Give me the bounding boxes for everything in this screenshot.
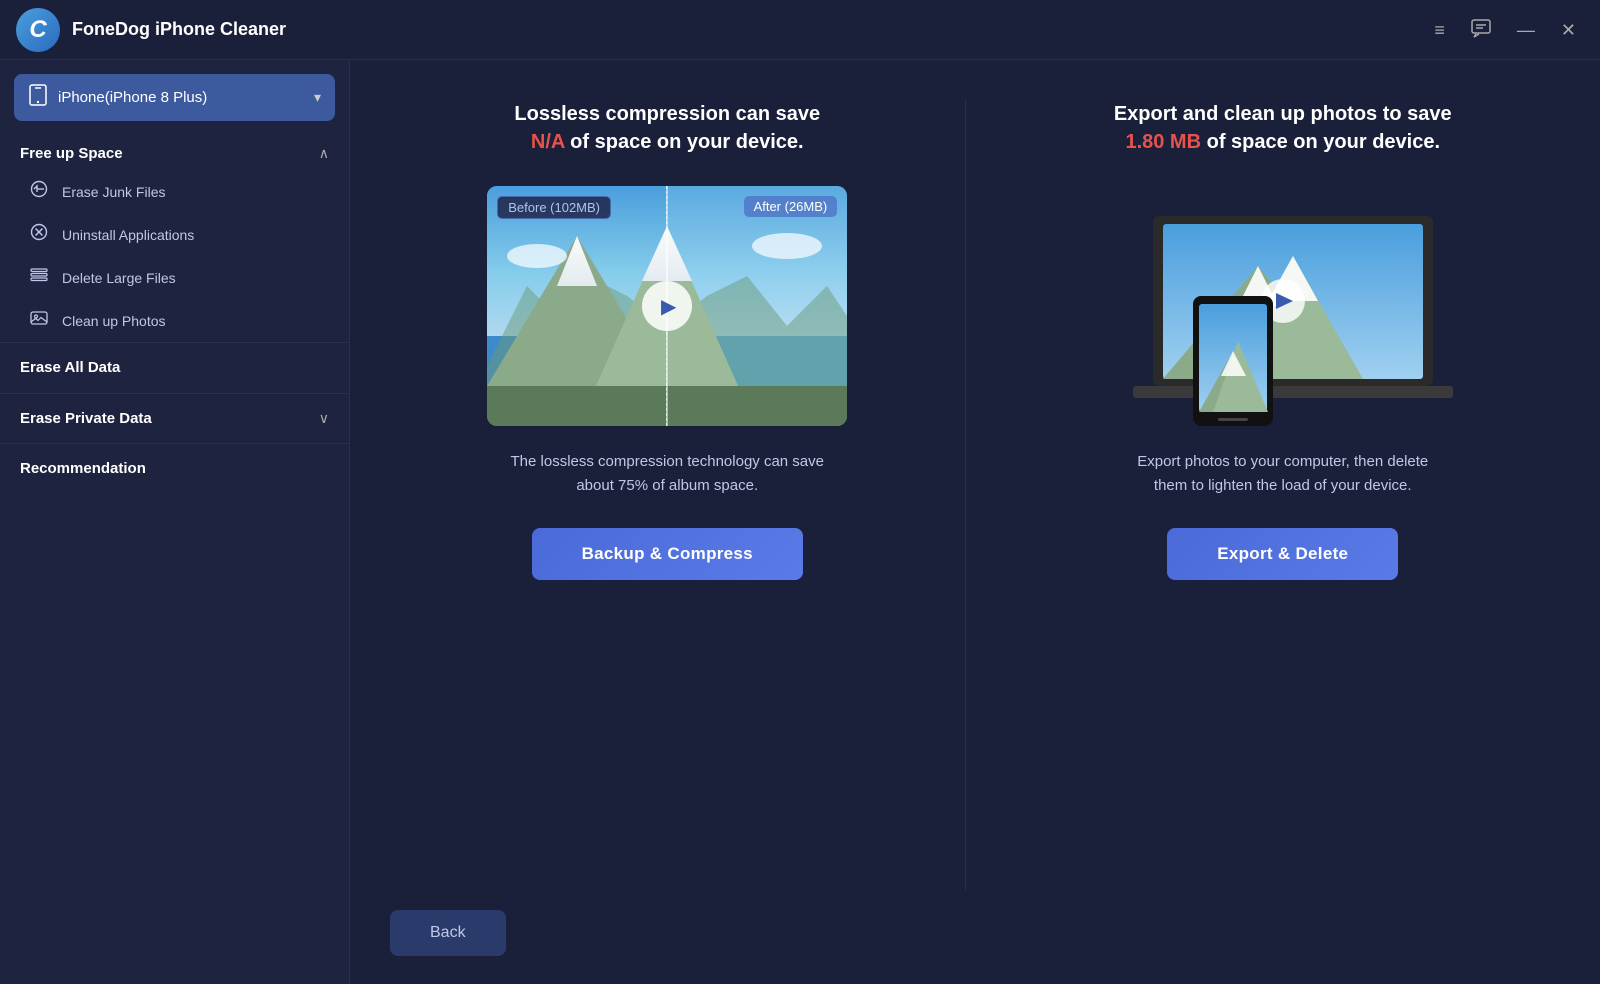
title-bar: C FoneDog iPhone Cleaner ≡ — ✕ <box>0 0 1600 60</box>
export-delete-button[interactable]: Export & Delete <box>1167 528 1398 580</box>
clean-photos-icon <box>28 309 50 332</box>
after-label: After (26MB) <box>744 196 838 217</box>
before-label: Before (102MB) <box>497 196 611 219</box>
device-chevron-icon: ▾ <box>314 89 321 106</box>
title-left: C FoneDog iPhone Cleaner <box>16 8 286 52</box>
sidebar-item-label-erase-private-data: Erase Private Data <box>20 410 152 427</box>
panel-compress: Lossless compression can save N/A of spa… <box>390 100 966 890</box>
sidebar-item-delete-large-files[interactable]: Delete Large Files <box>0 256 349 299</box>
export-description: Export photos to your computer, then del… <box>1123 450 1443 498</box>
sidebar-section-free-space: Free up Space ∧ Erase Junk Files <box>0 121 349 342</box>
device-name: iPhone(iPhone 8 Plus) <box>58 89 304 106</box>
collapse-arrow-private-data: ∨ <box>319 410 329 427</box>
play-icon-left: ▶ <box>661 294 676 319</box>
close-button[interactable]: ✕ <box>1557 17 1580 43</box>
sidebar-item-label-clean-photos: Clean up Photos <box>62 313 166 329</box>
device-icon <box>28 84 48 111</box>
erase-junk-icon <box>28 180 50 203</box>
content-area: Lossless compression can save N/A of spa… <box>350 60 1600 984</box>
sidebar-section-header-free-space[interactable]: Free up Space ∧ <box>0 139 349 170</box>
sidebar-item-uninstall-apps[interactable]: Uninstall Applications <box>0 213 349 256</box>
sidebar-item-label-recommendation: Recommendation <box>20 460 146 477</box>
compress-title: Lossless compression can save N/A of spa… <box>514 100 820 156</box>
panel-export: Export and clean up photos to save 1.80 … <box>966 100 1561 890</box>
sidebar-item-erase-private-data[interactable]: Erase Private Data ∨ <box>0 393 349 443</box>
sidebar-item-label-erase-junk: Erase Junk Files <box>62 184 165 200</box>
play-button-left[interactable]: ▶ <box>642 281 692 331</box>
minimize-button[interactable]: — <box>1513 17 1539 43</box>
delete-large-files-icon <box>28 266 50 289</box>
device-export-illustration <box>1093 186 1473 426</box>
device-selector[interactable]: iPhone(iPhone 8 Plus) ▾ <box>14 74 335 121</box>
menu-button[interactable]: ≡ <box>1430 17 1449 43</box>
sidebar: iPhone(iPhone 8 Plus) ▾ Free up Space ∧ … <box>0 60 350 984</box>
compress-highlight: N/A <box>531 131 565 153</box>
sidebar-item-label-delete-large-files: Delete Large Files <box>62 270 176 286</box>
sidebar-item-erase-junk[interactable]: Erase Junk Files <box>0 170 349 213</box>
sidebar-item-clean-photos[interactable]: Clean up Photos <box>0 299 349 342</box>
comparison-container: Before (102MB) After (26MB) ▶ <box>487 186 847 426</box>
sidebar-item-label-erase-all-data: Erase All Data <box>20 359 120 376</box>
sidebar-item-recommendation[interactable]: Recommendation <box>0 443 349 494</box>
content-panels: Lossless compression can save N/A of spa… <box>350 60 1600 890</box>
main-layout: iPhone(iPhone 8 Plus) ▾ Free up Space ∧ … <box>0 60 1600 984</box>
collapse-arrow-free-space: ∧ <box>319 145 329 162</box>
app-logo: C <box>16 8 60 52</box>
export-title: Export and clean up photos to save 1.80 … <box>1114 100 1452 156</box>
sidebar-section-title-free-space: Free up Space <box>20 145 123 162</box>
chat-button[interactable] <box>1467 14 1495 45</box>
app-title: FoneDog iPhone Cleaner <box>72 19 286 40</box>
uninstall-apps-icon <box>28 223 50 246</box>
sidebar-item-label-uninstall-apps: Uninstall Applications <box>62 227 194 243</box>
device-image-container <box>1093 186 1473 426</box>
back-button[interactable]: Back <box>390 910 506 956</box>
sidebar-item-erase-all-data[interactable]: Erase All Data <box>0 342 349 393</box>
export-highlight: 1.80 MB <box>1125 131 1201 153</box>
bottom-bar: Back <box>350 890 1600 984</box>
title-controls: ≡ — ✕ <box>1430 14 1580 45</box>
compress-description: The lossless compression technology can … <box>507 450 827 498</box>
backup-compress-button[interactable]: Backup & Compress <box>532 528 803 580</box>
